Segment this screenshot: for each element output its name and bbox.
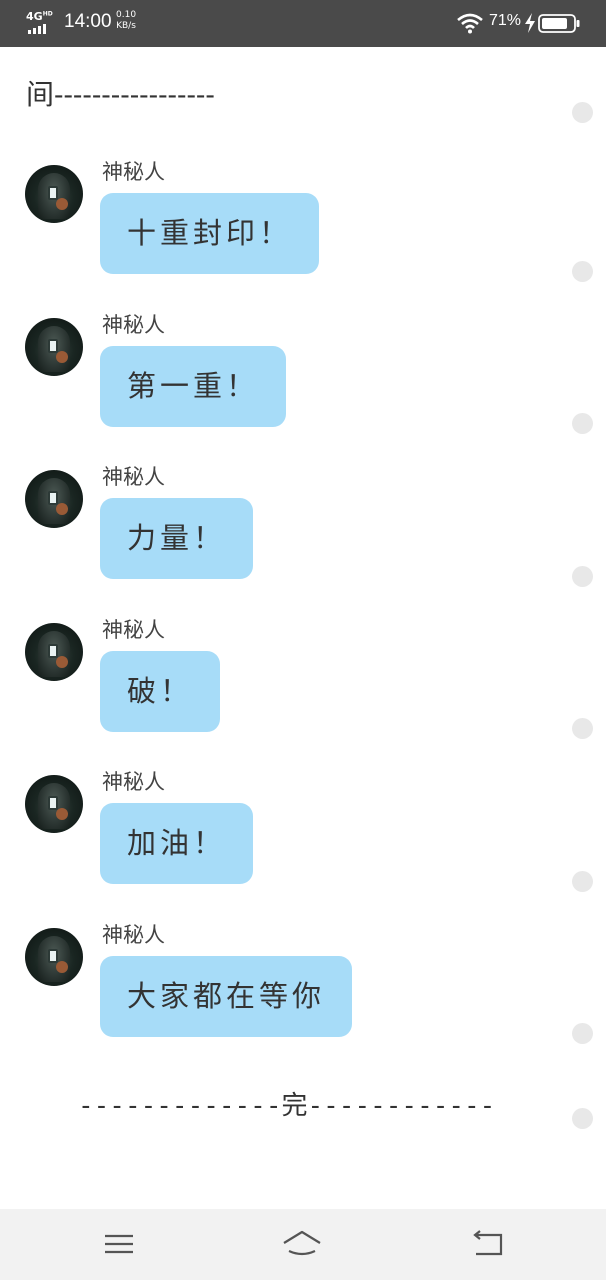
scroll-dot[interactable]: [572, 102, 593, 123]
charging-icon: [525, 13, 535, 33]
chat-message: 神秘人 破！: [0, 606, 606, 746]
avatar[interactable]: [25, 470, 83, 528]
battery-icon: [538, 14, 580, 33]
clock: 14:00: [64, 11, 112, 32]
message-bubble[interactable]: 十重封印！: [100, 193, 320, 274]
sender-name: 神秘人: [102, 313, 165, 337]
message-bubble[interactable]: 加油！: [100, 803, 254, 884]
scroll-dot[interactable]: [572, 1023, 593, 1044]
sender-name: 神秘人: [102, 618, 165, 642]
chat-area[interactable]: 间----------------- 神秘人 十重封印！ 神秘人 第一重！ 神秘…: [0, 47, 606, 1209]
chat-message: 神秘人 大家都在等你: [0, 911, 606, 1051]
avatar[interactable]: [25, 928, 83, 986]
signal-icon: [28, 24, 46, 34]
wifi-icon: [457, 13, 483, 34]
divider-text-top: 间-----------------: [26, 78, 215, 111]
network-speed: 0.10 KB/s: [116, 10, 137, 31]
scroll-dot[interactable]: [572, 718, 593, 739]
sender-name: 神秘人: [102, 923, 165, 947]
scroll-dot[interactable]: [572, 413, 593, 434]
scroll-dot[interactable]: [572, 1108, 593, 1129]
avatar[interactable]: [25, 623, 83, 681]
navigation-bar: [0, 1209, 606, 1280]
avatar[interactable]: [25, 775, 83, 833]
chat-message: 神秘人 第一重！: [0, 301, 606, 441]
sender-name: 神秘人: [102, 770, 165, 794]
avatar[interactable]: [25, 318, 83, 376]
avatar[interactable]: [25, 165, 83, 223]
chat-message: 神秘人 力量！: [0, 453, 606, 593]
scroll-dot[interactable]: [572, 566, 593, 587]
menu-icon[interactable]: [99, 1227, 139, 1261]
sender-name: 神秘人: [102, 160, 165, 184]
status-bar: 4GHD 14:00 0.10 KB/s 71%: [0, 0, 606, 47]
battery-percent: 71%: [489, 12, 522, 29]
message-bubble[interactable]: 力量！: [100, 498, 254, 579]
chat-message: 神秘人 十重封印！: [0, 148, 606, 288]
sender-name: 神秘人: [102, 465, 165, 489]
scroll-dot[interactable]: [572, 261, 593, 282]
scroll-dot[interactable]: [572, 871, 593, 892]
network-type: 4GHD: [26, 10, 53, 23]
home-icon[interactable]: [282, 1227, 322, 1261]
chat-message: 神秘人 加油！: [0, 758, 606, 898]
message-bubble[interactable]: 大家都在等你: [100, 956, 353, 1037]
back-icon[interactable]: [468, 1227, 508, 1261]
end-divider-text: -------------完------------: [78, 1091, 496, 1121]
message-bubble[interactable]: 破！: [100, 651, 221, 732]
message-bubble[interactable]: 第一重！: [100, 346, 287, 427]
